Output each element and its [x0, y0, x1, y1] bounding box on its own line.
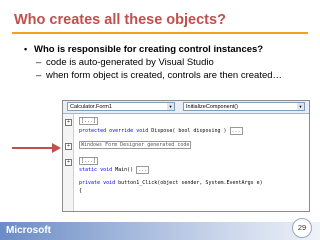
code-text: Dispose( bool disposing )	[148, 128, 227, 134]
bullet-text: Who is responsible for creating control …	[34, 44, 264, 55]
code-line: protected override void Dispose( bool di…	[79, 127, 243, 135]
sub-bullet-item: – code is auto-generated by Visual Studio	[36, 57, 282, 68]
pointer-arrow-head	[52, 143, 61, 153]
collapsed-region[interactable]: [...]	[79, 157, 99, 165]
collapsed-region[interactable]: Windows Form Designer generated code	[79, 141, 192, 149]
dropdown-arrow-icon[interactable]: ▼	[297, 103, 304, 110]
member-dropdown[interactable]: InitializeComponent() ▼	[183, 102, 305, 111]
code-keyword: private void	[79, 180, 116, 186]
sub-bullet-item: – when form object is created, controls a…	[36, 70, 282, 81]
code-area: + [...] protected override void Dispose(…	[63, 114, 309, 211]
class-dropdown[interactable]: Calculator.Form1 ▼	[67, 102, 175, 111]
title-underline	[12, 32, 308, 34]
code-text: button1_Click(object sender, System.Even…	[115, 180, 263, 186]
sub-bullet-text: code is auto-generated by Visual Studio	[46, 57, 214, 68]
code-editor-screenshot: Calculator.Form1 ▼ InitializeComponent()…	[62, 100, 310, 212]
sub-bullet-text: when form object is created, controls ar…	[46, 70, 283, 81]
bullet-item: • Who is responsible for creating control…	[24, 44, 282, 55]
page-number: 29	[292, 218, 312, 238]
fold-toggle-icon[interactable]: +	[65, 119, 72, 126]
slide-title: Who creates all these objects?	[14, 12, 226, 28]
dropdown-arrow-icon[interactable]: ▼	[167, 103, 174, 110]
editor-toolbar: Calculator.Form1 ▼ InitializeComponent()…	[63, 101, 309, 114]
collapsed-region[interactable]: ...	[136, 166, 150, 174]
class-dropdown-value: Calculator.Form1	[70, 104, 112, 110]
sub-bullet-dash: –	[36, 57, 42, 68]
collapsed-region[interactable]: ...	[229, 127, 243, 135]
pointer-arrow	[12, 147, 54, 149]
code-line: [...]	[79, 117, 99, 125]
footer-brand: Microsoft	[6, 225, 51, 236]
member-dropdown-value: InitializeComponent()	[186, 104, 238, 110]
code-line: private void button1_Click(object sender…	[79, 180, 263, 186]
code-line: static void Main() ...	[79, 166, 150, 174]
footer-bar: Microsoft	[0, 222, 320, 240]
code-keyword: protected override void	[79, 128, 149, 134]
fold-toggle-icon[interactable]: +	[65, 143, 72, 150]
collapsed-region[interactable]: [...]	[79, 117, 99, 125]
code-text: Main()	[112, 167, 134, 173]
code-line: [...]	[79, 157, 99, 165]
code-keyword: static void	[79, 167, 113, 173]
code-line: Windows Form Designer generated code	[79, 141, 192, 149]
fold-toggle-icon[interactable]: +	[65, 159, 72, 166]
bullet-list: • Who is responsible for creating control…	[24, 44, 282, 81]
code-line: {	[79, 188, 82, 194]
sub-bullet-dash: –	[36, 70, 42, 81]
bullet-dot: •	[24, 44, 28, 54]
code-text: {	[79, 188, 83, 194]
